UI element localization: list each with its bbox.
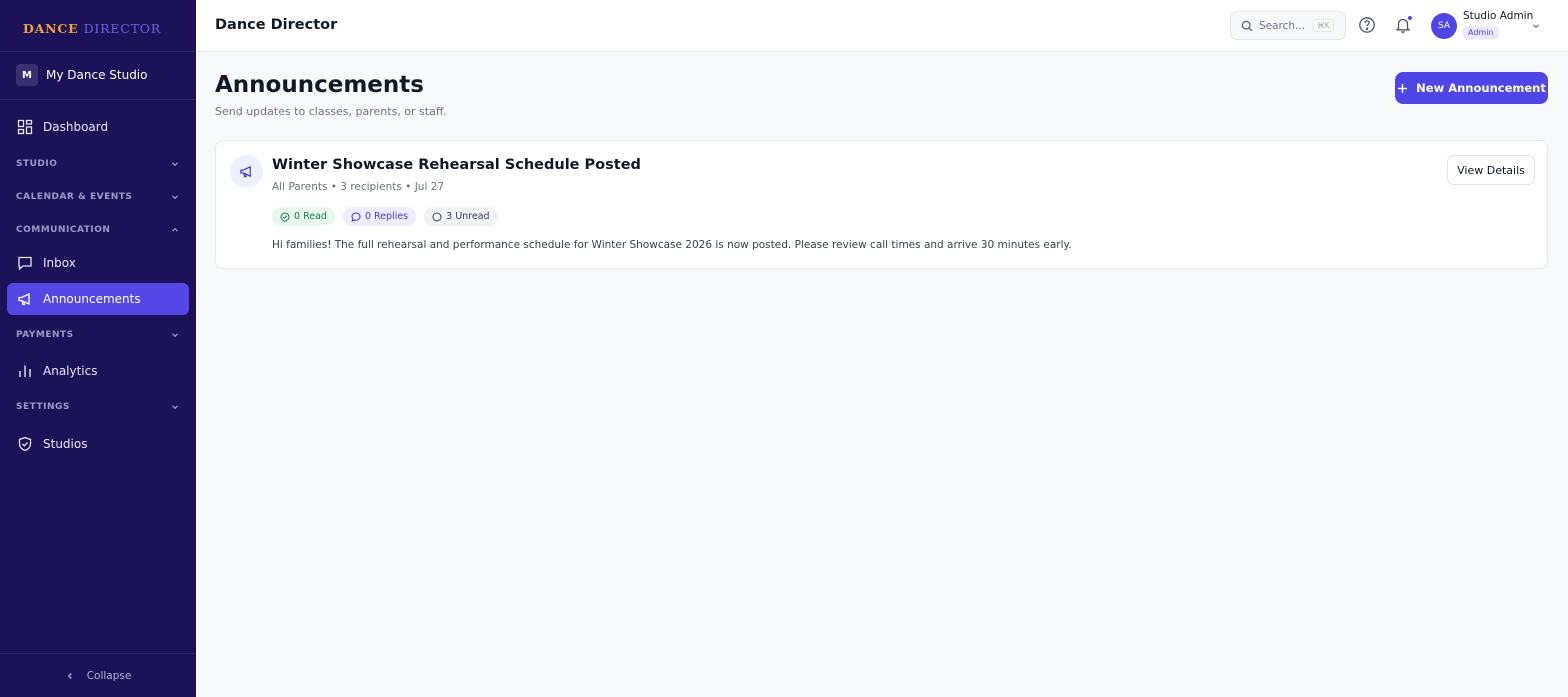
sidebar-item-label: Analytics (43, 364, 98, 378)
search-icon (1241, 20, 1253, 31)
collapse-sidebar-button[interactable]: Collapse (0, 666, 196, 686)
view-details-button[interactable]: View Details (1447, 155, 1535, 185)
sidebar-divider (0, 99, 196, 100)
studio-switcher[interactable]: M My Dance Studio (16, 63, 147, 87)
replies-count: 0 Replies (364, 211, 409, 222)
section-communication[interactable]: COMMUNICATION (16, 222, 180, 238)
read-count-badge: 0 Read (272, 207, 335, 226)
section-settings[interactable]: SETTINGS (16, 399, 180, 415)
shield-check-icon (18, 436, 32, 452)
chevron-left-icon (67, 673, 72, 679)
sidebar-item-dashboard[interactable]: Dashboard (7, 111, 189, 143)
sidebar-item-announcements[interactable]: Announcements (7, 283, 189, 315)
unread-count-badge: 3 Unread (424, 207, 498, 226)
message-circle-icon (351, 211, 361, 222)
plus-icon (1398, 83, 1408, 93)
search-placeholder: Search... (1259, 19, 1306, 32)
sidebar-item-analytics[interactable]: Analytics (7, 355, 189, 387)
help-circle-icon (1359, 17, 1375, 33)
sidebar: DANCE DIRECTOR M My Dance Studio Dashboa… (0, 0, 196, 697)
new-announcement-label: New Announcement (1416, 81, 1546, 95)
page-subtitle: Send updates to classes, parents, or sta… (215, 105, 447, 118)
page-title: Announcements (215, 72, 424, 98)
chevron-down-icon (172, 195, 178, 200)
message-icon (18, 256, 32, 271)
search-shortcut: ⌘K (1313, 19, 1334, 32)
sidebar-item-label: Studios (43, 437, 88, 451)
read-count: 0 Read (294, 211, 327, 222)
check-circle-icon (280, 212, 290, 221)
user-name[interactable]: Studio Admin (1463, 10, 1533, 22)
section-studio[interactable]: STUDIO (16, 156, 180, 172)
section-label: SETTINGS (16, 402, 70, 412)
brand-logo[interactable]: DANCE DIRECTOR (23, 21, 161, 36)
section-label: COMMUNICATION (16, 225, 111, 235)
section-label: PAYMENTS (16, 330, 74, 340)
sidebar-item-label: Inbox (43, 256, 76, 270)
notifications-button[interactable] (1394, 15, 1413, 34)
section-label: STUDIO (16, 159, 58, 169)
top-bar: Dance Director Search... ⌘K SA Studio Ad… (196, 0, 1568, 52)
announcement-stats: 0 Read 0 Replies 3 Unread (272, 207, 506, 226)
chevron-down-icon[interactable] (1531, 21, 1541, 31)
brand-word-1: DANCE (23, 21, 79, 36)
studio-initial-badge: M (16, 64, 38, 86)
avatar[interactable]: SA (1431, 13, 1457, 39)
megaphone-icon (230, 155, 263, 188)
unread-count: 3 Unread (446, 211, 490, 222)
sidebar-item-label: Announcements (43, 292, 141, 306)
chevron-down-icon (172, 162, 178, 167)
announcement-body: Hi families! The full rehearsal and perf… (272, 239, 1072, 251)
dashboard-icon (17, 119, 33, 135)
announcement-card: Winter Showcase Rehearsal Schedule Poste… (215, 140, 1548, 269)
app-title: Dance Director (215, 17, 338, 33)
section-calendar-events[interactable]: CALENDAR & EVENTS (16, 189, 180, 205)
circle-icon (432, 212, 442, 221)
sidebar-item-inbox[interactable]: Inbox (7, 247, 189, 279)
megaphone-icon (18, 292, 30, 306)
sidebar-divider (0, 51, 196, 52)
announcement-meta: All Parents • 3 recipients • Jul 27 (272, 181, 445, 193)
notification-dot (1407, 15, 1413, 21)
section-label: CALENDAR & EVENTS (16, 192, 133, 202)
bar-chart-icon (19, 365, 31, 377)
sidebar-item-label: Dashboard (43, 120, 109, 134)
chevron-down-icon (172, 333, 178, 338)
user-role-badge: Admin (1463, 26, 1499, 39)
section-payments[interactable]: PAYMENTS (16, 327, 180, 343)
sidebar-item-studios[interactable]: Studios (7, 428, 189, 460)
brand-word-2: DIRECTOR (83, 21, 162, 36)
chevron-down-icon (172, 405, 178, 410)
replies-count-badge: 0 Replies (342, 207, 417, 226)
new-announcement-button[interactable]: New Announcement (1395, 72, 1548, 104)
help-button[interactable] (1358, 16, 1376, 34)
studio-name: My Dance Studio (46, 68, 148, 82)
chevron-up-icon (172, 227, 178, 232)
search-input[interactable]: Search... ⌘K (1230, 11, 1346, 40)
sidebar-divider (0, 653, 196, 654)
announcement-title: Winter Showcase Rehearsal Schedule Poste… (272, 157, 641, 173)
collapse-label: Collapse (86, 670, 132, 682)
